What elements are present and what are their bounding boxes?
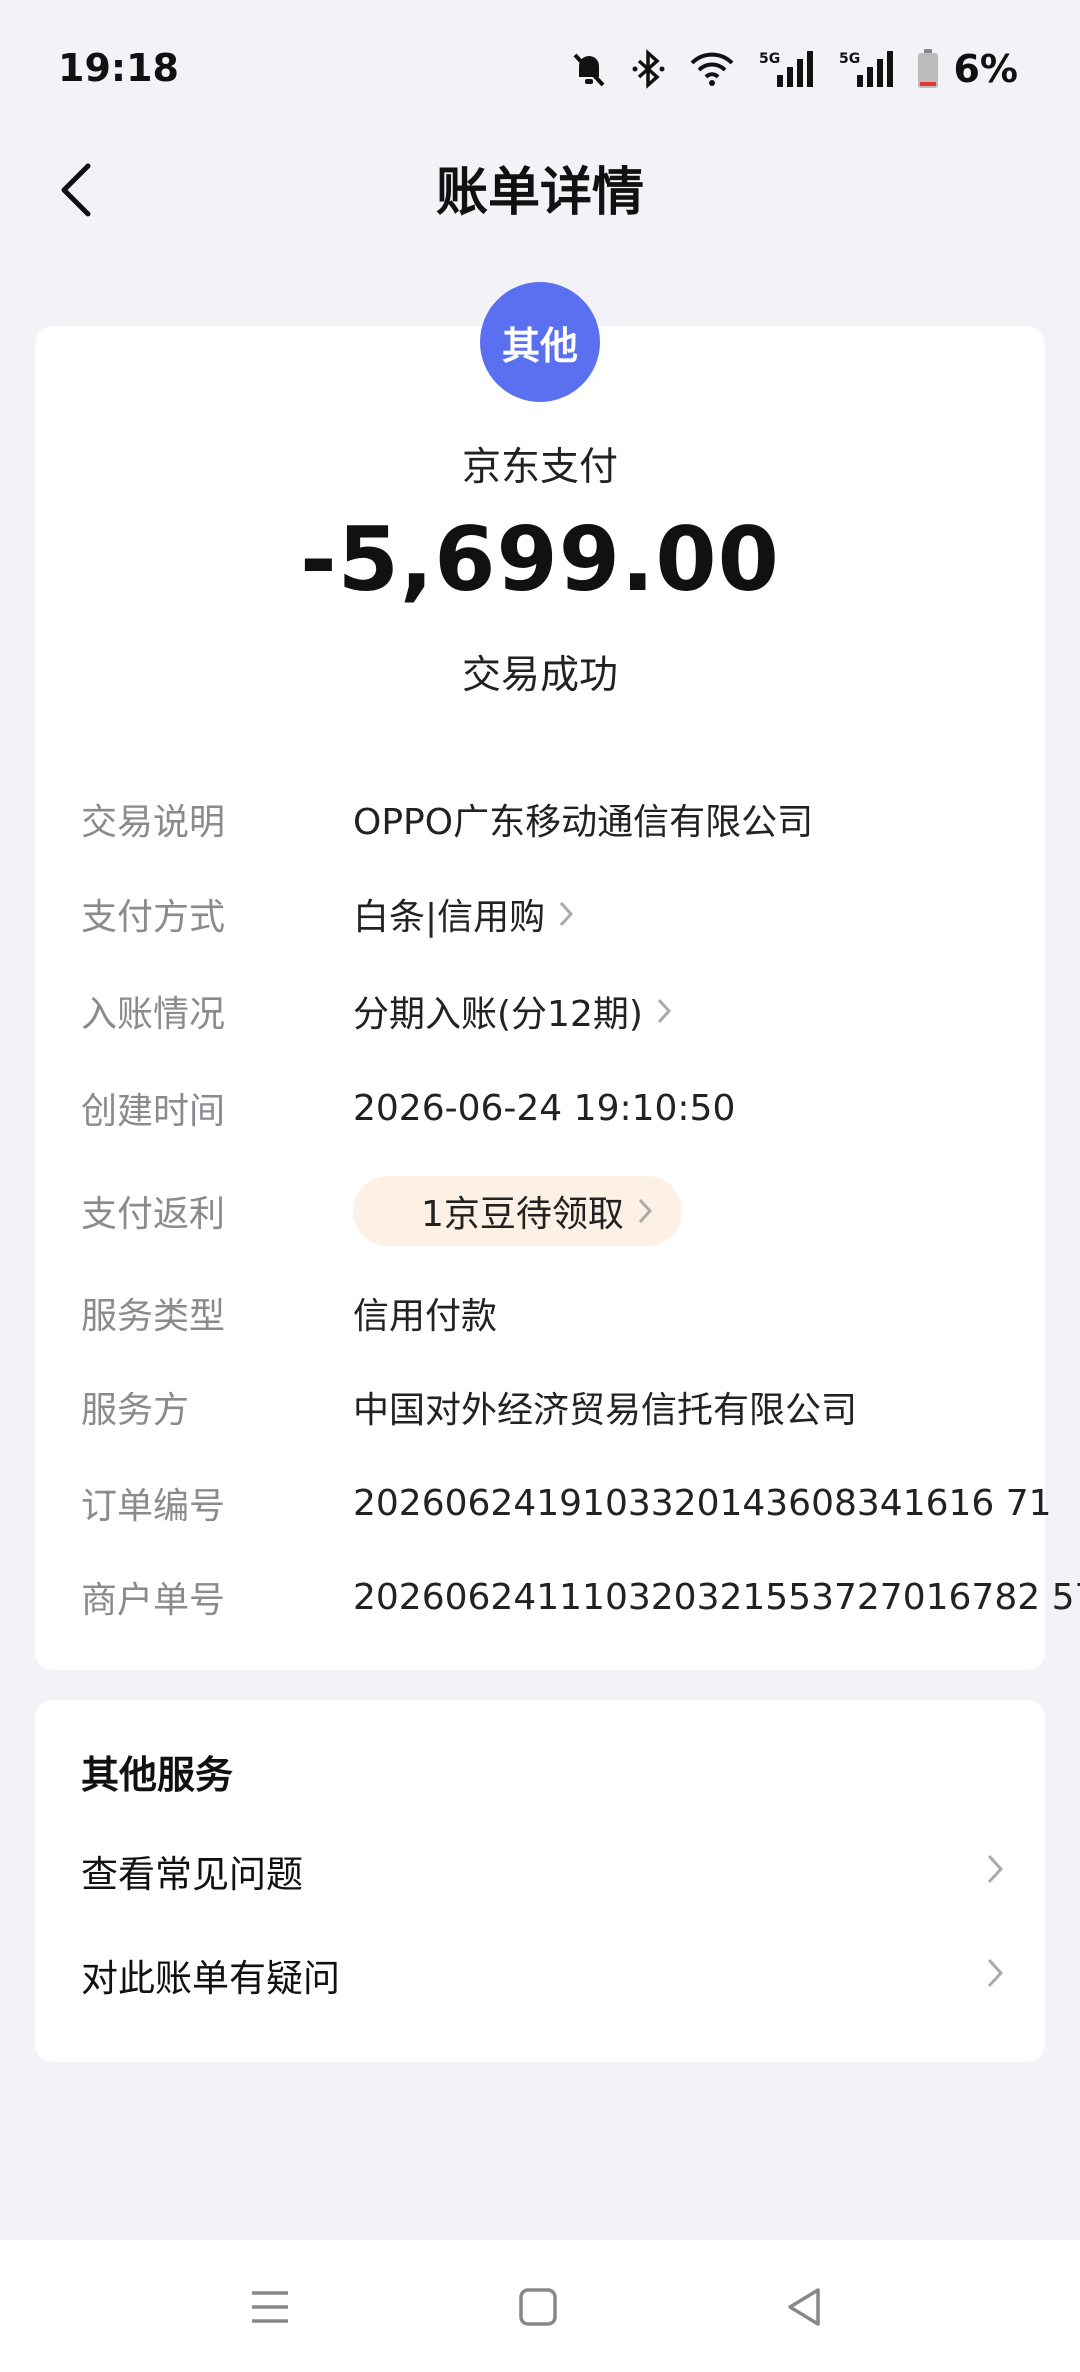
chevron-right-icon bbox=[987, 1958, 1004, 1988]
merchant-name: 京东支付 bbox=[461, 445, 618, 490]
detail-value: 分期入账(分12期) bbox=[353, 994, 643, 1035]
other-services-card: 其他服务 查看常见问题 对此账单有疑问 bbox=[35, 1700, 1045, 2062]
signal-icon: 5G bbox=[837, 49, 895, 89]
service-item-dispute[interactable]: 对此账单有疑问 bbox=[35, 1930, 1045, 2020]
detail-label: 支付返利 bbox=[81, 1194, 226, 1235]
detail-value: 2026-06-24 19:10:50 bbox=[353, 1087, 736, 1129]
chevron-right-icon bbox=[987, 1854, 1004, 1884]
transaction-amount: -5,699.00 bbox=[300, 508, 780, 611]
chevron-right-icon bbox=[657, 998, 671, 1024]
detail-row-service-type: 服务类型 信用付款 bbox=[35, 1278, 1045, 1348]
installment-link[interactable]: 分期入账(分12期) bbox=[353, 985, 673, 1037]
detail-value: 信用付款 bbox=[353, 1296, 498, 1337]
detail-value: 白条|信用购 bbox=[353, 897, 546, 938]
detail-label: 交易说明 bbox=[81, 802, 226, 843]
detail-row-order-number: 订单编号 2026062419103320143608341616 71 bbox=[35, 1468, 1052, 1538]
order-number-value: 2026062419103320143608341616 71 bbox=[353, 1482, 1052, 1524]
chevron-right-icon bbox=[560, 901, 574, 927]
status-bar: 19:18 5G 5G 6% bbox=[0, 0, 1080, 140]
bill-detail-card: 其他 京东支付 -5,699.00 交易成功 交易说明 OPPO广东移动通信有限… bbox=[35, 282, 1080, 1670]
rebate-pill[interactable]: 1京豆待领取 bbox=[353, 1176, 682, 1246]
detail-label: 订单编号 bbox=[81, 1486, 226, 1527]
services-title: 其他服务 bbox=[81, 1753, 234, 1797]
detail-label: 入账情况 bbox=[81, 994, 226, 1035]
home-button[interactable] bbox=[498, 2272, 578, 2342]
detail-row-merchant-number: 商户单号 202606241110320321553727016782 57 bbox=[35, 1562, 1080, 1632]
back-triangle-icon bbox=[788, 2288, 820, 2326]
detail-row-created-time: 创建时间 2026-06-24 19:10:50 bbox=[35, 1073, 1045, 1143]
svg-text:5G: 5G bbox=[759, 51, 780, 67]
system-nav-bar bbox=[0, 2240, 1080, 2372]
service-item-faq[interactable]: 查看常见问题 bbox=[35, 1826, 1045, 1916]
menu-button[interactable] bbox=[230, 2272, 310, 2342]
nav-back-button[interactable] bbox=[764, 2272, 844, 2342]
detail-row-posting[interactable]: 入账情况 分期入账(分12期) bbox=[35, 976, 1045, 1046]
mute-icon bbox=[569, 49, 609, 89]
detail-row-description: 交易说明 OPPO广东移动通信有限公司 bbox=[35, 784, 1045, 854]
detail-label: 支付方式 bbox=[81, 897, 226, 938]
status-time: 19:18 bbox=[58, 46, 179, 90]
detail-label: 服务类型 bbox=[81, 1296, 226, 1337]
category-badge: 其他 bbox=[480, 282, 600, 402]
rebate-pill-body[interactable]: 1京豆待领取 bbox=[353, 1176, 682, 1246]
service-label: 对此账单有疑问 bbox=[81, 1957, 340, 2000]
page-title: 账单详情 bbox=[435, 163, 644, 223]
rebate-text: 1京豆待领取 bbox=[421, 1194, 624, 1235]
signal-icon: 5G bbox=[757, 49, 815, 89]
chevron-right-icon bbox=[638, 1198, 652, 1224]
detail-label: 创建时间 bbox=[81, 1091, 226, 1132]
merchant-number-value: 202606241110320321553727016782 57 bbox=[353, 1576, 1080, 1618]
menu-icon bbox=[252, 2291, 288, 2323]
battery-percent: 6% bbox=[953, 47, 1018, 91]
header: 账单详情 bbox=[0, 140, 1080, 240]
payment-method-link[interactable]: 白条|信用购 bbox=[353, 888, 575, 940]
detail-row-service-provider: 服务方 中国对外经济贸易信托有限公司 bbox=[35, 1372, 1045, 1442]
wifi-icon bbox=[689, 51, 735, 87]
home-square-icon bbox=[519, 2288, 557, 2326]
detail-row-rebate: 支付返利 1京豆待领取 bbox=[35, 1176, 1045, 1246]
detail-label: 服务方 bbox=[81, 1390, 190, 1431]
battery-icon bbox=[917, 49, 939, 89]
detail-value: OPPO广东移动通信有限公司 bbox=[353, 802, 814, 843]
status-icons: 5G 5G 6% bbox=[569, 44, 1018, 94]
detail-value: 中国对外经济贸易信托有限公司 bbox=[353, 1390, 858, 1431]
svg-text:5G: 5G bbox=[839, 51, 860, 67]
detail-row-payment-method[interactable]: 支付方式 白条|信用购 bbox=[35, 879, 1045, 949]
service-label: 查看常见问题 bbox=[81, 1853, 303, 1896]
bluetooth-icon bbox=[631, 49, 667, 89]
transaction-status: 交易成功 bbox=[461, 653, 618, 698]
detail-label: 商户单号 bbox=[81, 1580, 226, 1621]
